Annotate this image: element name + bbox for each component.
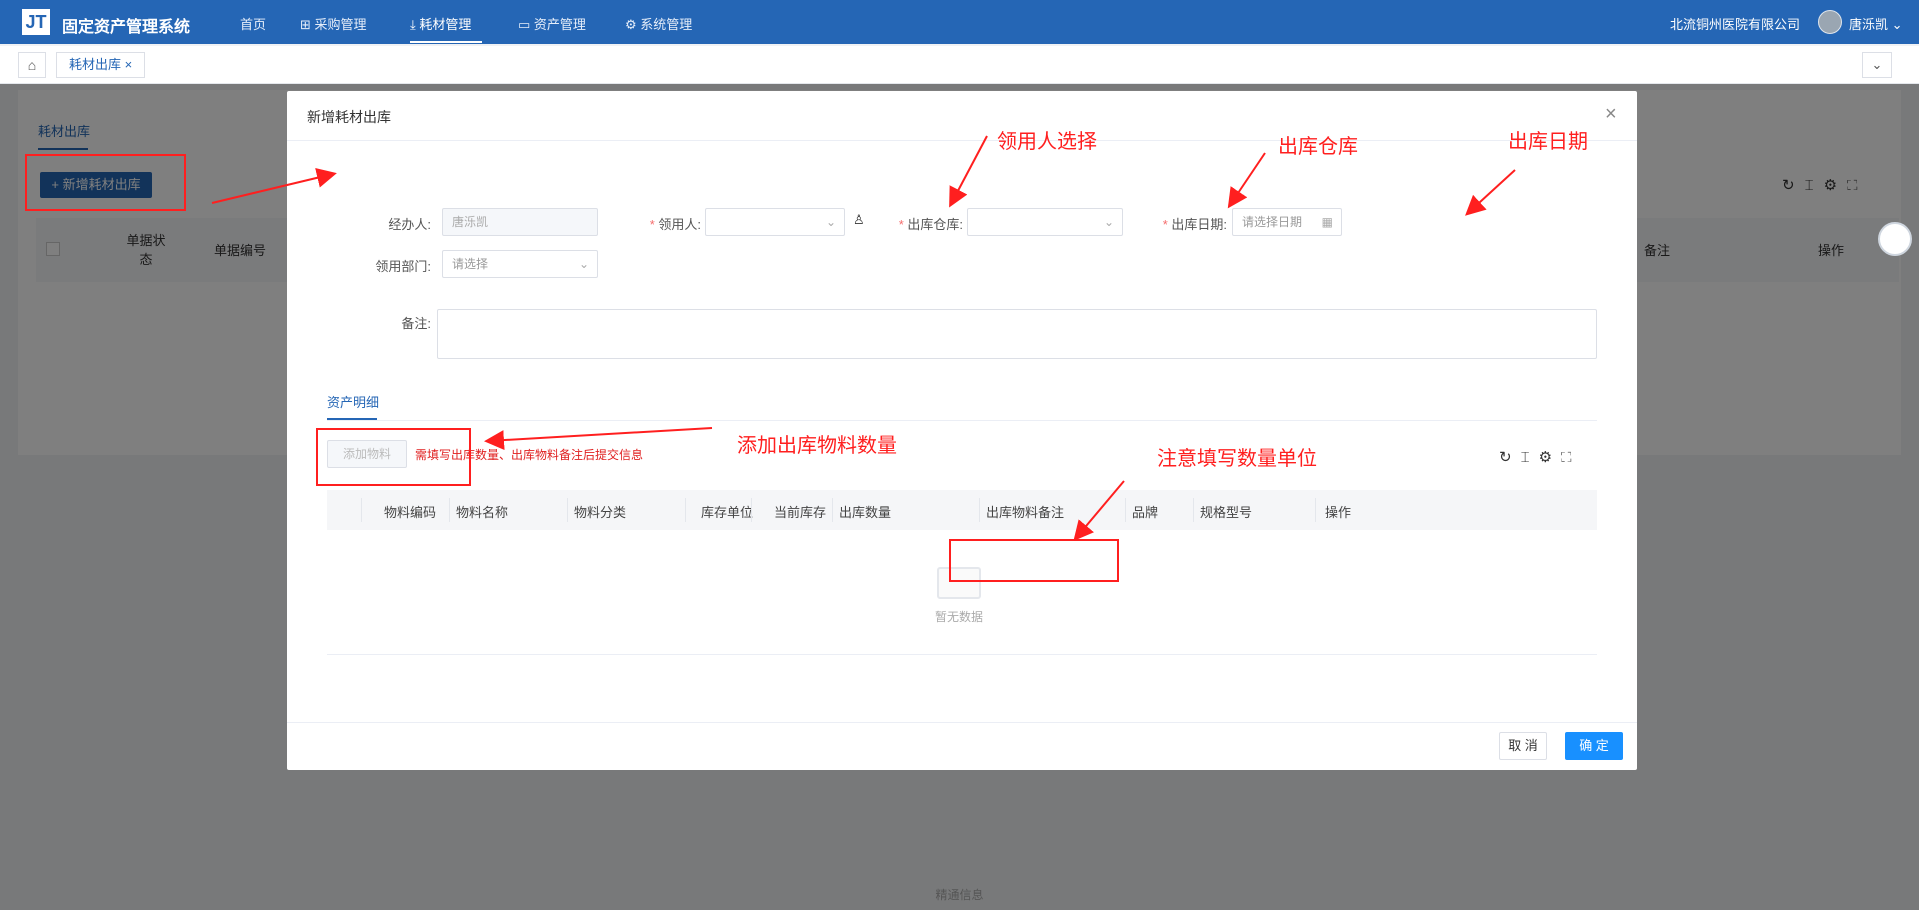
annotation-receiver: 领用人选择 xyxy=(997,131,1097,153)
annotation-warehouse: 出库仓库 xyxy=(1278,136,1358,158)
annotation-unit-note: 注意填写数量单位 xyxy=(1157,448,1317,470)
annotation-add-quantity: 添加出库物料数量 xyxy=(737,435,897,457)
annotation-date: 出库日期 xyxy=(1508,131,1588,153)
annotation-arrows xyxy=(211,135,1516,542)
